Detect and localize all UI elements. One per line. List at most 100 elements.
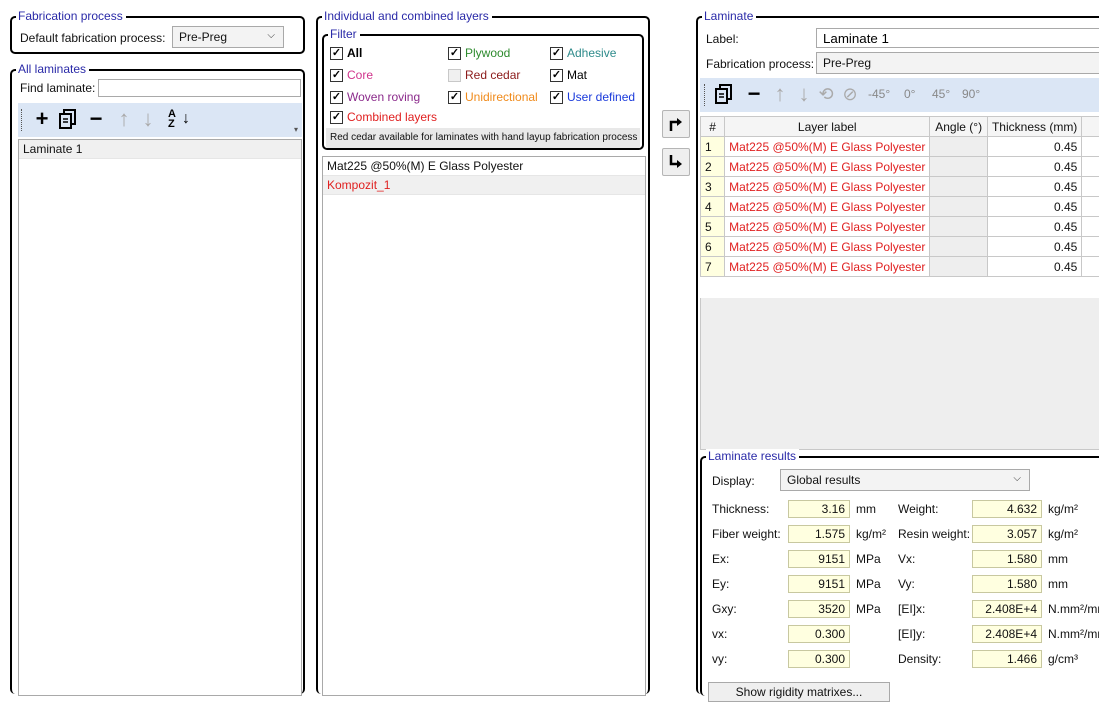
cell-angle[interactable] [930, 197, 988, 217]
add-layer-button[interactable] [662, 110, 690, 138]
angle-90[interactable]: 90° [962, 87, 980, 101]
layers-table[interactable]: # Layer label Angle (°) Thickness (mm) 1… [700, 116, 1099, 277]
col-number[interactable]: # [701, 117, 725, 137]
cell-layer-label[interactable]: Mat225 @50%(M) E Glass Polyester [725, 217, 930, 237]
remove-icon[interactable]: − [84, 105, 108, 133]
fabrication-process-label: Fabrication process: [706, 57, 814, 71]
cell-thickness[interactable]: 0.45 [987, 257, 1081, 277]
chevron-down-icon: ⌵ [267, 30, 275, 41]
filter-all-checkbox[interactable]: ✓ All [330, 46, 362, 60]
move-down-icon[interactable]: ↓ [792, 80, 816, 108]
col-layer-label[interactable]: Layer label [725, 117, 930, 137]
cell-layer-label[interactable]: Mat225 @50%(M) E Glass Polyester [725, 177, 930, 197]
cell-thickness[interactable]: 0.45 [987, 217, 1081, 237]
col-angle[interactable]: Angle (°) [930, 117, 988, 137]
cell-layer-label[interactable]: Mat225 @50%(M) E Glass Polyester [725, 137, 930, 157]
cell-angle[interactable] [930, 257, 988, 277]
checkbox-box: ✓ [448, 91, 461, 104]
find-laminate-input[interactable] [98, 79, 301, 97]
result-value: 1.466 [972, 650, 1042, 668]
table-row[interactable]: 2Mat225 @50%(M) E Glass Polyester 0.45 [701, 157, 1099, 177]
cell-thickness[interactable]: 0.45 [987, 157, 1081, 177]
cell-layer-label[interactable]: Mat225 @50%(M) E Glass Polyester [725, 237, 930, 257]
cell-layer-label[interactable]: Mat225 @50%(M) E Glass Polyester [725, 257, 930, 277]
cell-angle[interactable] [930, 237, 988, 257]
layers-list[interactable]: Mat225 @50%(M) E Glass PolyesterKompozit… [322, 156, 646, 696]
filter-red-cedar-checkbox[interactable]: Red cedar [448, 68, 520, 82]
table-row[interactable]: 5Mat225 @50%(M) E Glass Polyester 0.45 [701, 217, 1099, 237]
list-item[interactable]: Kompozit_1 [323, 176, 645, 195]
move-down-icon[interactable]: ↓ [136, 105, 160, 133]
move-up-icon[interactable]: ↑ [768, 80, 792, 108]
result-unit: mm [856, 502, 876, 516]
filter-label: Adhesive [567, 46, 616, 60]
table-row[interactable]: 3Mat225 @50%(M) E Glass Polyester 0.45 [701, 177, 1099, 197]
cell-layer-label[interactable]: Mat225 @50%(M) E Glass Polyester [725, 157, 930, 177]
cell-number[interactable]: 2 [701, 157, 725, 177]
cell-angle[interactable] [930, 217, 988, 237]
cell-number[interactable]: 6 [701, 237, 725, 257]
no-angle-icon[interactable]: ⊘ [838, 80, 862, 108]
table-empty-area[interactable] [700, 298, 1099, 450]
display-select[interactable]: Global results ⌵ [780, 469, 1030, 491]
table-row[interactable]: 6Mat225 @50%(M) E Glass Polyester 0.45 [701, 237, 1099, 257]
cell-number[interactable]: 5 [701, 217, 725, 237]
add-icon[interactable]: + [30, 105, 54, 133]
list-item[interactable]: Mat225 @50%(M) E Glass Polyester [323, 157, 645, 176]
checkbox-box: ✓ [550, 91, 563, 104]
cell-thickness[interactable]: 0.45 [987, 237, 1081, 257]
default-process-select[interactable]: Pre-Preg ⌵ [172, 26, 284, 48]
insert-layer-button[interactable] [662, 148, 690, 176]
angle-minus45[interactable]: -45° [868, 87, 890, 101]
filter-unidirectional-checkbox[interactable]: ✓Unidirectional [448, 90, 538, 104]
cell-thickness[interactable]: 0.45 [987, 177, 1081, 197]
fabrication-process-select[interactable]: Pre-Preg ⌵ [816, 52, 1099, 74]
remove-icon[interactable]: − [742, 80, 766, 108]
table-row[interactable]: 4Mat225 @50%(M) E Glass Polyester 0.45 [701, 197, 1099, 217]
table-row[interactable]: 1Mat225 @50%(M) E Glass Polyester 0.45 [701, 137, 1099, 157]
col-thickness[interactable]: Thickness (mm) [987, 117, 1081, 137]
checkbox-box: ✓ [330, 47, 343, 60]
copy-icon[interactable] [56, 105, 80, 133]
cell-thickness[interactable]: 0.45 [987, 197, 1081, 217]
filter-woven-roving-checkbox[interactable]: ✓Woven roving [330, 90, 420, 104]
fabrication-process-value: Pre-Preg [823, 56, 871, 70]
result-value: 3.057 [972, 525, 1042, 543]
cell-number[interactable]: 7 [701, 257, 725, 277]
filter-plywood-checkbox[interactable]: ✓Plywood [448, 46, 510, 60]
laminate-label-input[interactable] [816, 28, 1099, 48]
default-process-value: Pre-Preg [179, 30, 227, 44]
cell-number[interactable]: 1 [701, 137, 725, 157]
filter-combined-layers-checkbox[interactable]: ✓Combined layers [330, 110, 437, 124]
result-label: Gxy: [712, 602, 737, 616]
cell-angle[interactable] [930, 157, 988, 177]
sort-arrow-icon[interactable]: ↓ [174, 105, 198, 133]
filter-mat-checkbox[interactable]: ✓Mat [550, 68, 587, 82]
move-up-icon[interactable]: ↑ [112, 105, 136, 133]
filter-user-defined-checkbox[interactable]: ✓User defined [550, 90, 635, 104]
angle-0[interactable]: 0° [904, 87, 915, 101]
cell-thickness[interactable]: 0.45 [987, 137, 1081, 157]
table-row[interactable]: 7Mat225 @50%(M) E Glass Polyester 0.45 [701, 257, 1099, 277]
result-label: Density: [898, 652, 941, 666]
laminates-list[interactable]: Laminate 1 [18, 139, 302, 696]
chevron-down-icon: ⌵ [1013, 473, 1021, 484]
cell-extra [1082, 217, 1099, 237]
result-value: 1.580 [972, 550, 1042, 568]
cell-number[interactable]: 3 [701, 177, 725, 197]
angle-45[interactable]: 45° [932, 87, 950, 101]
toolbar-overflow-icon[interactable]: ▾ [294, 125, 298, 134]
copy-icon[interactable] [712, 80, 736, 108]
show-rigidity-button[interactable]: Show rigidity matrixes... [708, 682, 890, 702]
cell-number[interactable]: 4 [701, 197, 725, 217]
cell-layer-label[interactable]: Mat225 @50%(M) E Glass Polyester [725, 197, 930, 217]
filter-adhesive-checkbox[interactable]: ✓Adhesive [550, 46, 616, 60]
filter-label: All [347, 46, 362, 60]
cell-angle[interactable] [930, 177, 988, 197]
list-item[interactable]: Laminate 1 [19, 140, 301, 159]
filter-core-checkbox[interactable]: ✓Core [330, 68, 373, 82]
flip-icon[interactable]: ⟲ [814, 80, 838, 108]
cell-angle[interactable] [930, 137, 988, 157]
result-label: Weight: [898, 502, 938, 516]
filter-label: Core [347, 68, 373, 82]
